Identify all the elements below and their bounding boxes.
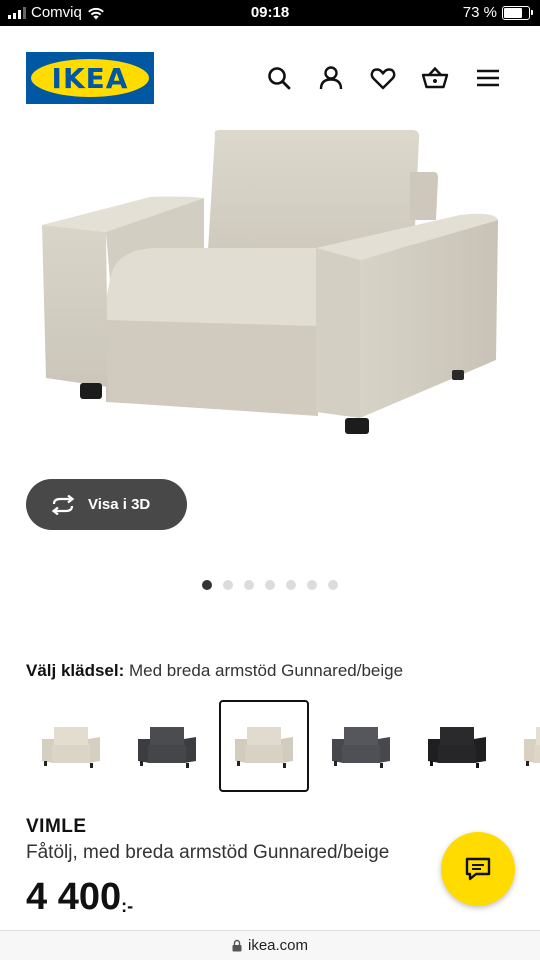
logo-oval: IKEA [31,59,149,97]
menu-icon[interactable] [474,64,502,92]
product-name: VIMLE [26,816,87,837]
pagination-dot[interactable] [265,580,275,590]
browser-url-bar[interactable]: ikea.com [0,930,540,960]
heart-icon[interactable] [369,64,397,92]
armchair-thumbnail [42,727,100,768]
armchair-thumbnail [332,727,390,768]
pagination-dot[interactable] [202,580,212,590]
logo-text: IKEA [51,61,129,95]
pagination-dot[interactable] [223,580,233,590]
rotate-3d-icon [51,494,75,515]
fabric-selection-label: Välj klädsel: Med breda armstöd Gunnared… [26,661,403,681]
chat-button[interactable] [441,832,515,906]
fabric-label-title: Välj klädsel: [26,661,125,680]
lock-icon [232,939,242,952]
price-decimal: :- [121,896,134,916]
basket-icon[interactable] [421,64,449,92]
ikea-logo[interactable]: IKEA [26,52,154,104]
fabric-swatch-beige[interactable] [26,700,116,792]
fabric-swatch-beige-2[interactable] [508,700,540,792]
armchair-thumbnail [524,727,540,766]
fabric-label-value: Med breda armstöd Gunnared/beige [129,661,404,680]
fabric-swatches [0,700,540,794]
product-image[interactable] [30,120,510,450]
view-3d-button[interactable]: Visa i 3D [26,479,187,530]
battery-percent: 73 % [462,4,497,21]
search-icon[interactable] [265,64,293,92]
product-price: 4 400 :- [26,876,133,919]
fabric-swatch-dark-grey[interactable] [122,700,212,792]
price-main: 4 400 [26,876,122,918]
view-3d-label: Visa i 3D [88,496,151,513]
armchair-thumbnail [235,727,293,768]
pagination-dot[interactable] [244,580,254,590]
clock: 09:18 [250,4,290,21]
site-header: IKEA [0,26,540,126]
status-bar: Comviq 09:18 73 % [0,0,540,26]
image-pagination [202,580,338,590]
product-description: Fåtölj, med breda armstöd Gunnared/beige [26,842,390,863]
url-text: ikea.com [247,937,309,954]
chat-icon [465,857,491,881]
fabric-swatch-grey[interactable] [316,700,406,792]
battery-icon [502,5,533,20]
armchair-illustration [42,130,498,434]
user-icon[interactable] [317,64,345,92]
pagination-dot[interactable] [307,580,317,590]
pagination-dot[interactable] [328,580,338,590]
armchair-thumbnail [138,727,196,768]
fabric-swatch-black[interactable] [412,700,502,792]
fabric-swatch-beige-selected[interactable] [219,700,309,792]
status-right: 73 % [462,4,533,21]
pagination-dot[interactable] [286,580,296,590]
armchair-thumbnail [428,727,486,768]
